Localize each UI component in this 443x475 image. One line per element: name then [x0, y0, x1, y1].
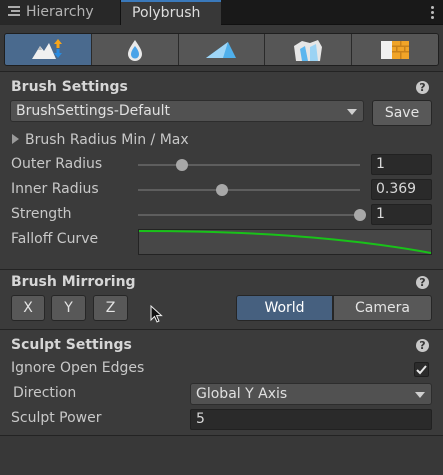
mirror-x-button[interactable]: X	[11, 295, 45, 321]
brush-mirroring-heading: Brush Mirroring	[11, 274, 136, 290]
brush-mirroring-section: Brush Mirroring ? X Y Z World Camera	[0, 270, 443, 329]
hierarchy-list-icon	[8, 6, 20, 16]
sculpt-mode-icon	[31, 38, 62, 59]
save-preset-button[interactable]: Save	[372, 100, 432, 126]
inner-radius-field[interactable]: 0.369	[371, 179, 432, 200]
separator	[0, 435, 443, 436]
scatter-prefab-icon	[294, 39, 323, 61]
direction-label: Direction	[13, 385, 77, 401]
tab-hierarchy-label: Hierarchy	[26, 4, 94, 20]
strength-slider[interactable]	[138, 214, 360, 216]
mouse-cursor-icon	[150, 305, 163, 323]
brush-settings-help-icon[interactable]: ?	[416, 81, 429, 94]
paint-vertex-colors-icon	[206, 41, 237, 58]
tab-polybrush-label: Polybrush	[132, 5, 201, 21]
outer-radius-slider-thumb[interactable]	[176, 159, 189, 171]
outer-radius-field[interactable]: 1	[371, 154, 432, 175]
inner-radius-slider-thumb[interactable]	[216, 184, 229, 196]
polybrush-panel: Brush Settings ? BrushSettings-Default S…	[0, 25, 443, 475]
smooth-mode-icon	[127, 39, 142, 61]
direction-value: Global Y Axis	[196, 386, 288, 402]
falloff-curve-field[interactable]	[138, 229, 432, 255]
sculpt-settings-help-icon[interactable]: ?	[416, 339, 429, 352]
falloff-curve-graph	[138, 230, 432, 254]
mode-sculpt-button[interactable]	[5, 34, 92, 65]
strength-label: Strength	[11, 206, 72, 222]
brush-settings-section: Brush Settings ? BrushSettings-Default S…	[0, 72, 443, 269]
mirror-y-button[interactable]: Y	[51, 295, 86, 321]
sculpt-settings-heading: Sculpt Settings	[11, 337, 132, 353]
inner-radius-label: Inner Radius	[11, 181, 99, 197]
mirror-space-camera-button[interactable]: Camera	[333, 295, 432, 321]
ignore-open-edges-checkbox[interactable]	[414, 362, 429, 377]
brush-mode-toolbar	[4, 33, 439, 66]
window-tab-bar: Hierarchy Polybrush	[0, 0, 443, 25]
outer-radius-slider[interactable]	[138, 164, 360, 166]
sculpt-power-label: Sculpt Power	[11, 410, 102, 426]
brush-settings-heading: Brush Settings	[11, 79, 128, 95]
dropdown-arrow-icon	[347, 109, 357, 115]
outer-radius-label: Outer Radius	[11, 156, 103, 172]
mode-paint-textures-button[interactable]	[352, 34, 438, 65]
mode-paint-vertex-colors-button[interactable]	[178, 34, 266, 65]
inner-radius-slider[interactable]	[138, 189, 360, 191]
mirror-z-button[interactable]: Z	[93, 295, 128, 321]
brush-preset-value: BrushSettings-Default	[16, 103, 171, 119]
window-menu-icon[interactable]	[431, 6, 435, 20]
dropdown-arrow-icon	[415, 392, 425, 398]
paint-textures-icon	[381, 40, 410, 59]
brush-preset-dropdown[interactable]: BrushSettings-Default	[10, 100, 364, 122]
strength-slider-thumb[interactable]	[354, 209, 366, 221]
tab-polybrush[interactable]: Polybrush	[121, 0, 221, 25]
foldout-arrow-icon	[12, 134, 19, 144]
tab-hierarchy[interactable]: Hierarchy	[0, 0, 121, 25]
strength-field[interactable]: 1	[371, 204, 432, 225]
checkmark-icon	[416, 365, 427, 375]
brush-radius-foldout[interactable]: Brush Radius Min / Max	[12, 132, 189, 148]
ignore-open-edges-label: Ignore Open Edges	[11, 360, 145, 376]
brush-mirroring-help-icon[interactable]: ?	[416, 276, 429, 289]
sculpt-settings-section: Sculpt Settings ? Ignore Open Edges Dire…	[0, 330, 443, 435]
sculpt-power-field[interactable]: 5	[190, 409, 432, 430]
brush-radius-foldout-label: Brush Radius Min / Max	[25, 132, 189, 148]
mirror-space-world-button[interactable]: World	[236, 295, 333, 321]
direction-dropdown[interactable]: Global Y Axis	[190, 383, 432, 405]
mode-smooth-button[interactable]	[91, 34, 179, 65]
mode-scatter-prefab-button[interactable]	[265, 34, 353, 65]
falloff-curve-label: Falloff Curve	[11, 231, 99, 247]
